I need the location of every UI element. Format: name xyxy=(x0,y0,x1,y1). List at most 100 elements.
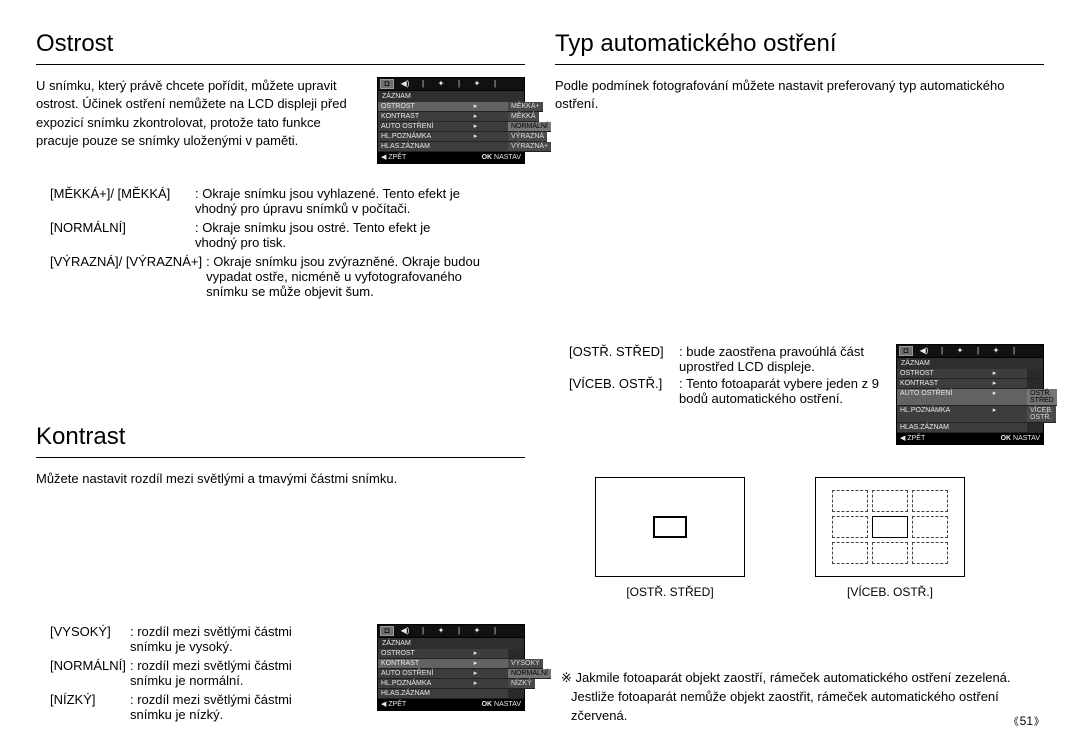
multi-focus-grid-icon xyxy=(832,490,948,564)
af-diagrams: [OSTŘ. STŘED] [VÍCEB. OSTŘ.] xyxy=(595,477,1044,599)
rule xyxy=(36,457,525,458)
lcd-row-label: KONTRAST xyxy=(378,659,443,669)
lcd-set-label: NASTAV xyxy=(1013,435,1040,442)
tab-sound-icon: ◀) xyxy=(917,347,931,355)
lcd-row-label: HL.POZNÁMKA xyxy=(897,406,962,423)
left-column: Ostrost U snímku, který právě chcete poř… xyxy=(36,30,525,726)
def-val: : rozdíl mezi světlými částmi snímku je … xyxy=(130,692,330,722)
lcd-set-label: NASTAV xyxy=(494,154,521,161)
def-key: [VÝRAZNÁ]/ [VÝRAZNÁ+] xyxy=(50,254,206,299)
tab-tool1-icon: ✦ xyxy=(434,627,448,635)
af-note: ※ Jakmile fotoaparát objekt zaostří, rám… xyxy=(565,669,1044,726)
lcd-row-label: HLAS.ZÁZNAM xyxy=(378,142,443,152)
lcd-row-value: VÝRAZNÁ+ xyxy=(508,142,551,152)
lcd-row-value xyxy=(508,689,524,699)
chevron-right-icon: ▸ xyxy=(962,379,1027,389)
tab-sep-icon: | xyxy=(452,80,466,88)
heading-kontrast: Kontrast xyxy=(36,423,525,451)
lcd-row-value xyxy=(1027,423,1043,433)
chevron-right-icon: ▸ xyxy=(443,122,508,132)
chevron-right-icon: ▸ xyxy=(962,389,1027,406)
lcd-row-value: VÍCEB. OSTŘ. xyxy=(1027,406,1056,423)
lcd-row-value: NORMÁLNÍ xyxy=(508,669,551,679)
tab-camera-icon: ◘ xyxy=(380,626,394,636)
lcd-row-label: KONTRAST xyxy=(378,112,443,122)
chevron-right-icon: ▸ xyxy=(443,649,508,659)
lcd-ok-label: OK xyxy=(482,701,493,708)
def-val: : Okraje snímku jsou zvýrazněné. Okraje … xyxy=(206,254,486,299)
lcd-row-label: AUTO OSTŘENÍ xyxy=(897,389,962,406)
chevron-right-icon: ▸ xyxy=(443,112,508,122)
lcd-row-label: OSTROST xyxy=(378,649,443,659)
tab-sep-icon: | xyxy=(971,347,985,355)
rule xyxy=(555,64,1044,65)
chevron-right-icon: ▸ xyxy=(962,406,1027,423)
tab-tool1-icon: ✦ xyxy=(953,347,967,355)
lcd-header: ZÁZNAM xyxy=(378,91,524,102)
af-multi-diagram: [VÍCEB. OSTŘ.] xyxy=(815,477,965,599)
lcd-row-value: VÝRAZNÁ xyxy=(508,132,547,142)
lcd-row-value: VYSOKÝ xyxy=(508,659,543,669)
kontrast-definitions: [VYSOKÝ]: rozdíl mezi světlými částmi sn… xyxy=(36,624,357,726)
def-key: [NÍZKÝ] xyxy=(50,692,130,722)
lcd-row-value xyxy=(1027,369,1043,379)
tab-sep-icon: | xyxy=(1007,347,1021,355)
lcd-row-label: OSTROST xyxy=(378,102,443,112)
tab-tool2-icon: ✦ xyxy=(470,80,484,88)
lcd-row-value xyxy=(508,649,524,659)
lcd-back-label: ZPĚT xyxy=(907,435,925,442)
tab-sound-icon: ◀) xyxy=(398,627,412,635)
lcd-row-label: AUTO OSTŘENÍ xyxy=(378,122,443,132)
tab-sep-icon: | xyxy=(416,80,430,88)
lcd-row-value: OSTŘ. STŘED xyxy=(1027,389,1057,406)
back-arrow-icon: ◀ xyxy=(381,154,386,161)
af-note-text: Jakmile fotoaparát objekt zaostří, rámeč… xyxy=(571,670,1011,723)
heading-ostrost: Ostrost xyxy=(36,30,525,58)
def-val: : rozdíl mezi světlými částmi snímku je … xyxy=(130,658,330,688)
lcd-header: ZÁZNAM xyxy=(897,358,1043,369)
lcd-row-label: HLAS.ZÁZNAM xyxy=(378,689,443,699)
chevron-right-icon: ▸ xyxy=(443,669,508,679)
def-key: [VÍCEB. OSTŘ.] xyxy=(569,376,679,406)
lcd-row-value: NÍZKÝ xyxy=(508,679,535,689)
tab-camera-icon: ◘ xyxy=(380,79,394,89)
lcd-row-label: HLAS.ZÁZNAM xyxy=(897,423,962,433)
page-number: 51 xyxy=(1009,713,1044,728)
back-arrow-icon: ◀ xyxy=(900,435,905,442)
def-key: [MĚKKÁ+]/ [MĚKKÁ] xyxy=(50,186,195,216)
def-val: : Okraje snímku jsou vyhlazené. Tento ef… xyxy=(195,186,475,216)
lcd-row-value xyxy=(1027,379,1043,389)
rule xyxy=(36,64,525,65)
def-key: [OSTŘ. STŘED] xyxy=(569,344,679,374)
def-val: : Tento fotoaparát vybere jeden z 9 bodů… xyxy=(679,376,880,406)
af-center-label: [OSTŘ. STŘED] xyxy=(595,585,745,599)
af-center-diagram: [OSTŘ. STŘED] xyxy=(595,477,745,599)
ostrost-definitions: [MĚKKÁ+]/ [MĚKKÁ]: Okraje snímku jsou vy… xyxy=(36,186,525,303)
note-star-icon: ※ xyxy=(561,670,576,685)
lcd-row-label: OSTROST xyxy=(897,369,962,379)
tab-tool1-icon: ✦ xyxy=(434,80,448,88)
af-multi-label: [VÍCEB. OSTŘ.] xyxy=(815,585,965,599)
lcd-typ: ◘ ◀) | ✦ | ✦ | ZÁZNAM OSTROST▸ KONTRAST▸… xyxy=(896,344,1044,445)
kontrast-intro: Můžete nastavit rozdíl mezi světlými a t… xyxy=(36,470,525,600)
center-focus-rect-icon xyxy=(653,516,687,538)
lcd-row-value: NORMÁLNÍ xyxy=(508,122,551,132)
tab-tool2-icon: ✦ xyxy=(989,347,1003,355)
chevron-right-icon: ▸ xyxy=(443,102,508,112)
lcd-back-label: ZPĚT xyxy=(388,701,406,708)
lcd-row-label: KONTRAST xyxy=(897,379,962,389)
tab-tool2-icon: ✦ xyxy=(470,627,484,635)
typ-intro: Podle podmínek fotografování můžete nast… xyxy=(555,77,1044,322)
tab-sep-icon: | xyxy=(488,80,502,88)
tab-sound-icon: ◀) xyxy=(398,80,412,88)
tab-sep-icon: | xyxy=(488,627,502,635)
lcd-kontrast: ◘ ◀) | ✦ | ✦ | ZÁZNAM OSTROST▸ KONTRAST▸… xyxy=(377,624,525,711)
heading-typ-af: Typ automatického ostření xyxy=(555,30,1044,58)
chevron-right-icon: ▸ xyxy=(962,369,1027,379)
def-val: : Okraje snímku jsou ostré. Tento efekt … xyxy=(195,220,475,250)
def-val: : bude zaostřena pravoúhlá část uprostře… xyxy=(679,344,880,374)
back-arrow-icon: ◀ xyxy=(381,701,386,708)
lcd-row-label: HL.POZNÁMKA xyxy=(378,679,443,689)
chevron-right-icon: ▸ xyxy=(443,132,508,142)
ostrost-intro: U snímku, který právě chcete pořídit, mů… xyxy=(36,77,361,151)
